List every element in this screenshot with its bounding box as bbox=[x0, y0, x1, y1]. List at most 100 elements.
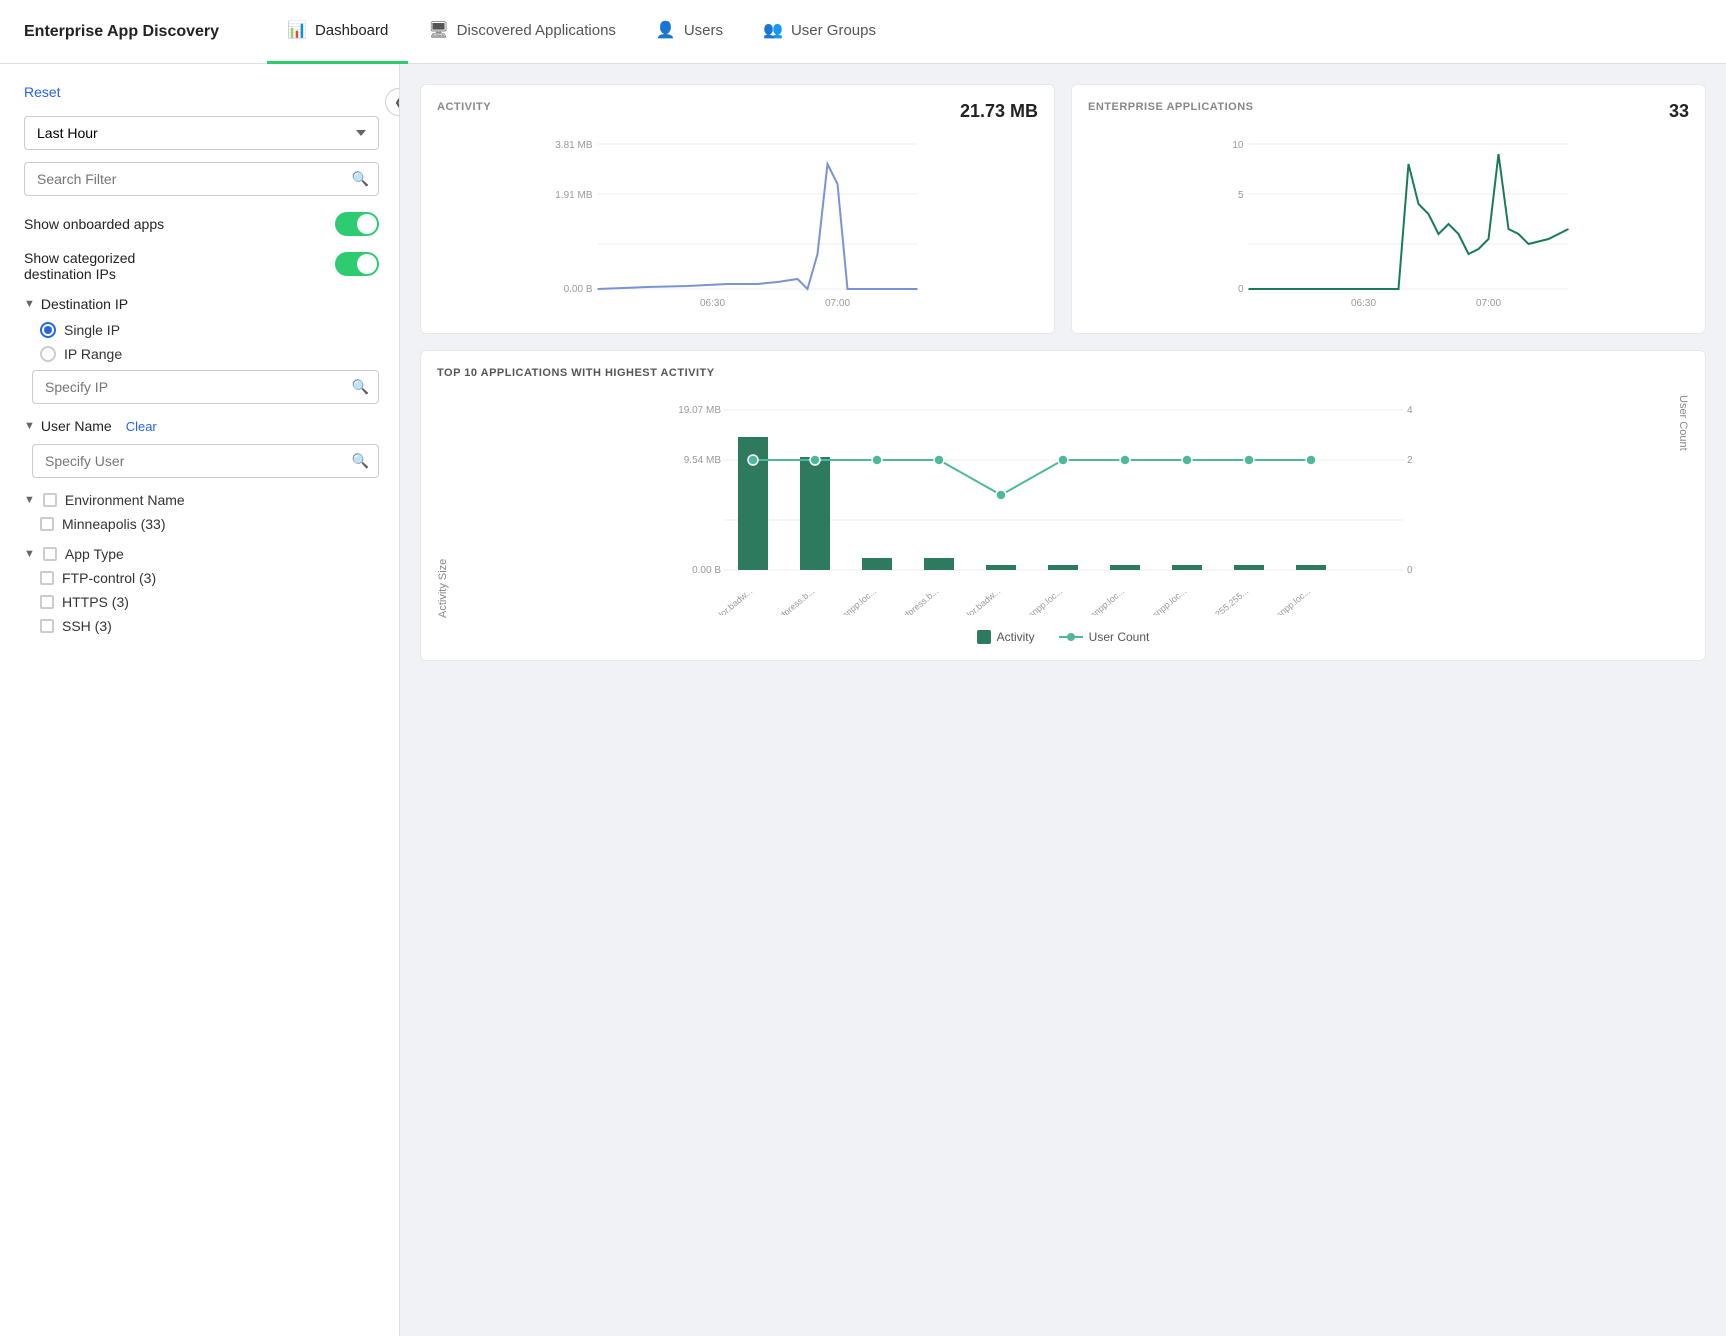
user-name-chevron[interactable]: ▼ bbox=[24, 420, 35, 432]
show-onboarded-label: Show onboarded apps bbox=[24, 216, 164, 232]
legend-activity-label: Activity bbox=[997, 630, 1035, 644]
svg-text:07:00: 07:00 bbox=[825, 298, 850, 309]
destination-ip-label: Destination IP bbox=[41, 296, 128, 312]
svg-text:06:30: 06:30 bbox=[700, 298, 725, 309]
user-name-section: ▼ User Name Clear 🔍 bbox=[24, 418, 379, 478]
line-dot-4 bbox=[934, 455, 944, 465]
line-dot-3 bbox=[872, 455, 882, 465]
specify-user-wrap: 🔍 bbox=[32, 444, 379, 478]
svg-text:2: 2 bbox=[1407, 455, 1413, 466]
enterprise-chart-svg-wrap: 10 5 0 06:30 07:00 bbox=[1088, 134, 1689, 317]
bar-3 bbox=[862, 558, 892, 570]
https-checkbox[interactable] bbox=[40, 595, 54, 609]
svg-text:axelor.badw...: axelor.badw... bbox=[706, 586, 755, 615]
users-icon: 👤 bbox=[656, 20, 676, 40]
legend-user-count-label: User Count bbox=[1089, 630, 1150, 644]
https-label: HTTPS (3) bbox=[62, 594, 129, 610]
bar-chart-container: Activity Size 19.07 MB 9.54 MB 0.00 B 4 bbox=[437, 395, 1689, 618]
tab-dashboard[interactable]: 📊 Dashboard bbox=[267, 0, 408, 64]
svg-text:dc1.snpp.loc...: dc1.snpp.loc... bbox=[1261, 586, 1312, 615]
line-dot-8 bbox=[1182, 455, 1192, 465]
line-dot-10 bbox=[1306, 455, 1316, 465]
ssh-checkbox[interactable] bbox=[40, 619, 54, 633]
svg-text:axelor.badw...: axelor.badw... bbox=[954, 586, 1003, 615]
ssh-option[interactable]: SSH (3) bbox=[40, 618, 379, 634]
ip-range-radio[interactable] bbox=[40, 346, 56, 362]
activity-chart-title: ACTIVITY bbox=[437, 101, 491, 113]
env-name-checkbox[interactable] bbox=[43, 493, 57, 507]
sidebar-collapse-button[interactable]: ❮ bbox=[385, 88, 400, 116]
destination-ip-chevron: ▼ bbox=[24, 298, 35, 310]
ftp-option[interactable]: FTP-control (3) bbox=[40, 570, 379, 586]
svg-text:10: 10 bbox=[1232, 140, 1244, 151]
legend-activity: Activity bbox=[977, 630, 1035, 644]
env-name-label: Environment Name bbox=[65, 492, 185, 508]
destination-ip-header[interactable]: ▼ Destination IP bbox=[24, 296, 379, 312]
svg-text:0: 0 bbox=[1238, 284, 1244, 295]
activity-chart-svg: 3.81 MB 1.91 MB 0.00 B 06:30 07:00 bbox=[437, 134, 1038, 314]
line-dot-9 bbox=[1244, 455, 1254, 465]
nav-tabs: 📊 Dashboard 🖥 Discovered Applications 👤 … bbox=[267, 0, 896, 64]
bar-chart-card: TOP 10 APPLICATIONS WITH HIGHEST ACTIVIT… bbox=[420, 350, 1706, 661]
legend-activity-icon bbox=[977, 630, 991, 644]
reset-link[interactable]: Reset bbox=[24, 84, 61, 100]
single-ip-option[interactable]: Single IP bbox=[40, 322, 379, 338]
app-type-checkbox[interactable] bbox=[43, 547, 57, 561]
specify-ip-wrap: 🔍 bbox=[32, 370, 379, 404]
enterprise-chart-value: 33 bbox=[1669, 101, 1689, 122]
app-type-header[interactable]: ▼ App Type bbox=[24, 546, 379, 562]
show-categorized-label: Show categorized destination IPs bbox=[24, 250, 135, 282]
svg-text:0.00 B: 0.00 B bbox=[564, 284, 593, 295]
time-filter-select[interactable]: Last Hour bbox=[24, 116, 379, 150]
search-filter-input[interactable] bbox=[24, 162, 379, 196]
search-filter-icon[interactable]: 🔍 bbox=[352, 171, 369, 188]
svg-text:07:00: 07:00 bbox=[1476, 298, 1501, 309]
svg-text:dc1.snpp.loc...: dc1.snpp.loc... bbox=[1075, 586, 1126, 615]
svg-text:dc1.snpp.loc...: dc1.snpp.loc... bbox=[827, 586, 878, 615]
svg-text:0: 0 bbox=[1407, 565, 1413, 576]
https-option[interactable]: HTTPS (3) bbox=[40, 594, 379, 610]
content-area: ACTIVITY 21.73 MB 3.81 MB 1.91 MB 0.00 B bbox=[400, 64, 1726, 1336]
svg-text:06:30: 06:30 bbox=[1351, 298, 1376, 309]
y-axis-left-label: Activity Size bbox=[437, 395, 449, 618]
svg-text:239.255.255...: 239.255.255... bbox=[1200, 586, 1251, 615]
clear-button[interactable]: Clear bbox=[126, 419, 157, 434]
y-axis-right-label: User Count bbox=[1677, 395, 1689, 618]
env-name-chevron: ▼ bbox=[24, 494, 35, 506]
ip-range-option[interactable]: IP Range bbox=[40, 346, 379, 362]
search-filter-wrap: 🔍 bbox=[24, 162, 379, 196]
single-ip-radio[interactable] bbox=[40, 322, 56, 338]
app-type-section: ▼ App Type FTP-control (3) HTTPS (3) SSH… bbox=[24, 546, 379, 634]
line-dot-2 bbox=[810, 455, 820, 465]
svg-text:9.54 MB: 9.54 MB bbox=[684, 455, 722, 466]
ip-range-label: IP Range bbox=[64, 346, 122, 362]
user-name-header: ▼ User Name Clear bbox=[24, 418, 379, 434]
tab-users[interactable]: 👤 Users bbox=[636, 0, 743, 64]
enterprise-chart-card: ENTERPRISE APPLICATIONS 33 10 5 0 0 bbox=[1071, 84, 1706, 334]
env-name-header[interactable]: ▼ Environment Name bbox=[24, 492, 379, 508]
specify-user-search-icon[interactable]: 🔍 bbox=[352, 453, 369, 470]
legend-user-count-icon bbox=[1059, 630, 1083, 644]
specify-ip-search-icon[interactable]: 🔍 bbox=[352, 379, 369, 396]
bar-10 bbox=[1296, 565, 1326, 570]
bar-4 bbox=[924, 558, 954, 570]
tab-discovered-applications[interactable]: 🖥 Discovered Applications bbox=[408, 0, 636, 64]
line-dot-5 bbox=[996, 490, 1006, 500]
single-ip-label: Single IP bbox=[64, 322, 120, 338]
show-categorized-toggle[interactable] bbox=[335, 252, 379, 276]
ftp-checkbox[interactable] bbox=[40, 571, 54, 585]
dashboard-icon: 📊 bbox=[287, 20, 307, 40]
svg-text:wordpress.b...: wordpress.b... bbox=[766, 586, 816, 615]
activity-chart-value: 21.73 MB bbox=[960, 101, 1038, 122]
ssh-label: SSH (3) bbox=[62, 618, 112, 634]
minneapolis-option[interactable]: Minneapolis (33) bbox=[40, 516, 379, 532]
destination-ip-section: ▼ Destination IP Single IP IP Range 🔍 bbox=[24, 296, 379, 404]
specify-ip-input[interactable] bbox=[32, 370, 379, 404]
svg-text:dc1.snpp.loc...: dc1.snpp.loc... bbox=[1137, 586, 1188, 615]
specify-user-input[interactable] bbox=[32, 444, 379, 478]
enterprise-chart-header: ENTERPRISE APPLICATIONS 33 bbox=[1088, 101, 1689, 122]
svg-text:1.91 MB: 1.91 MB bbox=[555, 190, 593, 201]
tab-user-groups[interactable]: 👥 User Groups bbox=[743, 0, 896, 64]
minneapolis-checkbox[interactable] bbox=[40, 517, 54, 531]
show-onboarded-toggle[interactable] bbox=[335, 212, 379, 236]
